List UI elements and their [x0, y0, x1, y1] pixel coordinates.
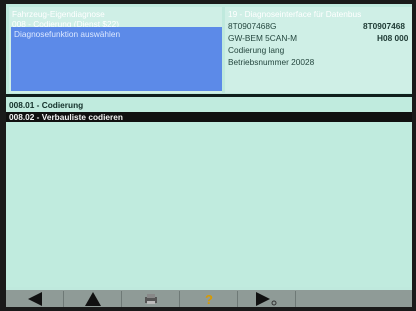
part-number-right: 8T0907468 — [363, 21, 405, 31]
list-item[interactable]: 008.01 - Codierung — [6, 100, 412, 110]
print-icon — [144, 294, 157, 304]
help-icon: ? — [205, 292, 213, 306]
back-button[interactable] — [6, 291, 64, 307]
diagnostic-display: Fahrzeug-Eigendiagnose 008 - Codierung (… — [6, 4, 412, 307]
forward-icon — [255, 292, 276, 306]
empty-toolbar-slot — [296, 291, 412, 307]
header-left-panel: Fahrzeug-Eigendiagnose 008 - Codierung (… — [9, 7, 222, 93]
toolbar: ? — [6, 290, 412, 307]
print-button[interactable] — [122, 291, 180, 307]
header-title: Fahrzeug-Eigendiagnose — [12, 9, 105, 19]
help-button[interactable]: ? — [180, 291, 238, 307]
up-button[interactable] — [64, 291, 122, 307]
module-title: 19 - Diagnoseinterface für Datenbus — [228, 9, 362, 19]
header-right-panel: 19 - Diagnoseinterface für Datenbus 8T09… — [225, 7, 412, 93]
svg-text:?: ? — [205, 292, 213, 306]
dealer-number: Betriebsnummer 20028 — [228, 57, 315, 67]
back-icon — [27, 292, 42, 306]
up-icon — [84, 292, 101, 306]
part-number: 8T0907468G — [228, 21, 277, 31]
selection-highlight[interactable]: Diagnosefunktion auswählen — [11, 27, 222, 91]
list-item-selected[interactable]: 008.02 - Verbauliste codieren — [6, 112, 412, 122]
software-version: H08 000 — [377, 33, 409, 43]
component-name: GW-BEM 5CAN-M — [228, 33, 297, 43]
selection-label: Diagnosefunktion auswählen — [14, 29, 121, 39]
coding-type: Codierung lang — [228, 45, 285, 55]
device-screen: Fahrzeug-Eigendiagnose 008 - Codierung (… — [0, 0, 416, 311]
function-list: 008.01 - Codierung 008.02 - Verbauliste … — [6, 97, 412, 287]
forward-button[interactable] — [238, 291, 296, 307]
